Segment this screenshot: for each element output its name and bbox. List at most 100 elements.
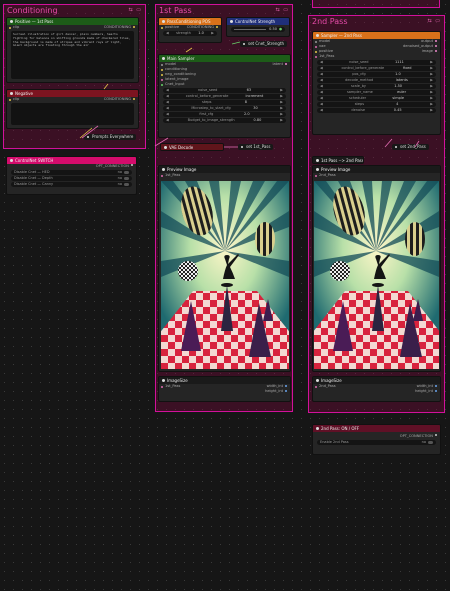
node-title[interactable]: Negative bbox=[7, 90, 138, 97]
set-1st-pass-node[interactable]: set 1st_Pass bbox=[238, 144, 274, 150]
sampler-name-widget[interactable]: ◀ sampler_name euler ▶ bbox=[317, 90, 436, 95]
input-socket[interactable] bbox=[161, 63, 163, 66]
input-socket[interactable] bbox=[315, 50, 317, 53]
sampler-input-row[interactable]: 1st_Pass bbox=[313, 54, 440, 59]
increment-arrow[interactable]: ▶ bbox=[280, 112, 283, 117]
output-socket[interactable] bbox=[285, 390, 287, 392]
input-socket[interactable] bbox=[315, 45, 317, 48]
enable-2nd-pass-toggle[interactable]: Enable 2nd Pass no bbox=[317, 440, 436, 445]
output-socket[interactable] bbox=[435, 390, 437, 392]
pass-conditioning-pos-node[interactable]: PassConditioning POS positive CONDITIONIN… bbox=[158, 17, 222, 43]
preview-image-1[interactable] bbox=[161, 181, 289, 369]
group-icons[interactable]: ⇆ ▭ bbox=[427, 18, 441, 24]
set-2nd-pass-node[interactable]: set 2nd_Pass bbox=[392, 144, 429, 150]
node-io-row[interactable]: 1st_Pass bbox=[159, 173, 290, 178]
decrement-arrow[interactable]: ◀ bbox=[166, 94, 169, 99]
main-sampler-node[interactable]: Main Sampler model latent conditioning ne… bbox=[158, 54, 291, 138]
output-socket[interactable]: ● bbox=[279, 27, 282, 32]
imagesize-1-node[interactable]: ImageSize 1st_Pass width_int height_int bbox=[158, 376, 291, 402]
preview-image-2[interactable] bbox=[314, 181, 439, 369]
sampler-2nd-pass-node[interactable]: Sampler — 2nd Pass model output vae denois… bbox=[312, 31, 441, 135]
increment-arrow[interactable]: ▶ bbox=[280, 94, 283, 99]
node-title[interactable]: Main Sampler bbox=[159, 55, 290, 62]
decrement-arrow[interactable]: ◀ bbox=[320, 72, 323, 77]
output-socket[interactable] bbox=[435, 40, 437, 42]
increment-arrow[interactable]: ▶ bbox=[211, 31, 214, 36]
decrement-arrow[interactable]: ◀ bbox=[320, 90, 323, 95]
increment-arrow[interactable]: ▶ bbox=[430, 90, 433, 95]
second-pass-onoff-node[interactable]: 2nd Pass: ON / OFF OPT_CONNECTION Enable… bbox=[312, 424, 441, 455]
increment-arrow[interactable]: ▶ bbox=[430, 66, 433, 71]
decrement-arrow[interactable]: ◀ bbox=[166, 112, 169, 117]
negative-prompt-node[interactable]: Negative clip CONDITIONING bbox=[6, 89, 139, 129]
node-io-row[interactable]: clip CONDITIONING bbox=[7, 97, 138, 102]
scale-by-widget[interactable]: ◀ scale_by 1.50 ▶ bbox=[317, 84, 436, 89]
toggle-switch[interactable] bbox=[124, 176, 129, 180]
input-socket[interactable] bbox=[9, 98, 11, 101]
input-socket[interactable] bbox=[161, 26, 163, 29]
decrement-arrow[interactable]: ◀ bbox=[320, 60, 323, 65]
decrement-arrow[interactable]: ◀ bbox=[166, 100, 169, 105]
negative-textarea[interactable] bbox=[11, 103, 134, 125]
decrement-arrow[interactable]: ◀ bbox=[320, 78, 323, 83]
decrement-arrow[interactable]: ◀ bbox=[166, 106, 169, 111]
input-socket[interactable] bbox=[161, 68, 163, 71]
scheduler-widget[interactable]: ◀ scheduler simple ▶ bbox=[317, 96, 436, 101]
strength-slider[interactable]: 0.50 ● bbox=[231, 27, 285, 32]
control-before-generate-widget[interactable]: ◀ control_before_generate fixed ▶ bbox=[317, 66, 436, 71]
set-cnet-strength-node[interactable]: set Cnet_Strength bbox=[240, 41, 288, 47]
decode-method-widget[interactable]: ◀ decode_method latents ▶ bbox=[317, 78, 436, 83]
node-title[interactable]: PassConditioning POS bbox=[159, 18, 221, 25]
positive-prompt-node[interactable]: Positive — 1st Pass clip CONDITIONING Sur… bbox=[6, 17, 139, 83]
input-socket[interactable] bbox=[315, 385, 317, 388]
output-socket[interactable] bbox=[131, 164, 133, 166]
input-socket[interactable] bbox=[161, 385, 163, 388]
output-socket[interactable] bbox=[133, 26, 135, 28]
node-title[interactable]: VAE Decode bbox=[161, 144, 223, 150]
sampler-input-row[interactable]: Cnet_Input bbox=[159, 82, 290, 87]
increment-arrow[interactable]: ▶ bbox=[430, 96, 433, 101]
group-icons[interactable]: ⇆ ▭ bbox=[128, 7, 142, 13]
toggle-switch[interactable] bbox=[124, 170, 129, 174]
decrement-arrow[interactable]: ◀ bbox=[320, 66, 323, 71]
input-socket[interactable] bbox=[161, 73, 163, 76]
group-icons[interactable]: ⇆ ▭ bbox=[275, 7, 289, 13]
input-socket[interactable] bbox=[315, 174, 317, 177]
node-io-row[interactable]: positive CONDITIONING bbox=[159, 25, 221, 30]
toggle-switch[interactable] bbox=[124, 182, 129, 186]
increment-arrow[interactable]: ▶ bbox=[280, 106, 283, 111]
output-socket[interactable] bbox=[133, 98, 135, 100]
node-io-row[interactable]: height_int bbox=[313, 389, 440, 394]
input-socket[interactable] bbox=[161, 78, 163, 81]
node-title[interactable]: ImageSize bbox=[313, 377, 440, 384]
pos-cfg-widget[interactable]: ◀ pos_cfg 1.0 ▶ bbox=[317, 72, 436, 77]
input-socket[interactable] bbox=[161, 174, 163, 177]
input-socket[interactable] bbox=[161, 83, 163, 86]
input-socket[interactable] bbox=[315, 55, 317, 58]
increment-arrow[interactable]: ▶ bbox=[430, 108, 433, 113]
node-output-row[interactable]: OPT_CONNECTION bbox=[313, 434, 440, 439]
pass-switch-node[interactable]: 1st Pass --> 2nd Pass bbox=[312, 156, 364, 164]
node-title[interactable]: Sampler — 2nd Pass bbox=[313, 32, 440, 39]
steps-widget[interactable]: ◀ steps 4 ▶ bbox=[317, 102, 436, 107]
decrement-arrow[interactable]: ◀ bbox=[320, 96, 323, 101]
increment-arrow[interactable]: ▶ bbox=[280, 88, 283, 93]
decrement-arrow[interactable]: ◀ bbox=[320, 102, 323, 107]
controlnet-strength-node[interactable]: ControlNet Strength 0.50 ● bbox=[226, 17, 290, 37]
prompts-everywhere-node[interactable]: Prompts Everywhere bbox=[84, 134, 137, 140]
input-socket[interactable] bbox=[315, 40, 317, 43]
decrement-arrow[interactable]: ◀ bbox=[166, 118, 169, 123]
vae-decode-node[interactable]: VAE Decode bbox=[160, 143, 224, 151]
increment-arrow[interactable]: ▶ bbox=[430, 60, 433, 65]
output-socket[interactable] bbox=[285, 385, 287, 387]
node-title[interactable]: Positive — 1st Pass bbox=[7, 18, 138, 25]
output-socket[interactable] bbox=[285, 63, 287, 65]
node-title[interactable]: 2nd Pass: ON / OFF bbox=[313, 425, 440, 432]
output-socket[interactable] bbox=[435, 45, 437, 47]
microstep-widget[interactable]: ◀ Microstep_to_start_cfg 30 ▶ bbox=[163, 106, 286, 111]
toggle-switch[interactable] bbox=[428, 440, 433, 444]
increment-arrow[interactable]: ▶ bbox=[430, 84, 433, 89]
decrement-arrow[interactable]: ◀ bbox=[320, 108, 323, 113]
node-title[interactable]: Preview Image bbox=[313, 166, 440, 173]
node-io-row[interactable]: height_int bbox=[159, 389, 290, 394]
